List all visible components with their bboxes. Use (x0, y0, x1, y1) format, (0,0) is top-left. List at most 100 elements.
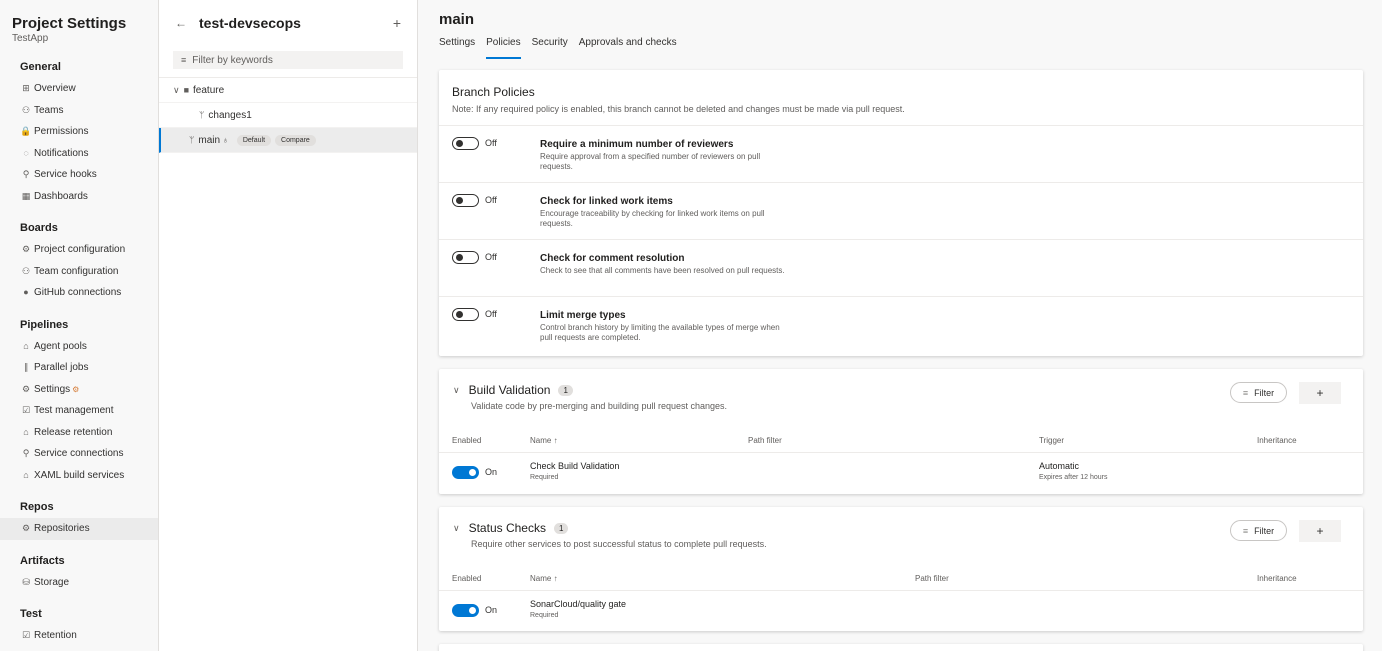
column-headers: Enabled Name ↑ Path filter Inheritance (439, 567, 1363, 590)
policy-badge-icon: ♁ (222, 135, 229, 145)
policy-toggle[interactable] (452, 194, 479, 207)
branch-policies-card: Branch Policies Note: If any required po… (439, 70, 1363, 356)
build-validation-title[interactable]: Build Validation (469, 383, 551, 397)
col-name[interactable]: Name ↑ (530, 436, 558, 445)
col-enabled: Enabled (452, 436, 482, 445)
status-checks-desc: Require other services to post successfu… (471, 539, 767, 549)
toggle-state: Off (485, 138, 497, 148)
build-validation-desc: Validate code by pre-merging and buildin… (471, 401, 727, 411)
enabled-toggle[interactable] (452, 466, 479, 479)
sidebar-item-icon: ⚇ (21, 265, 31, 276)
chevron-down-icon[interactable]: ∨ (453, 385, 460, 396)
tab-security[interactable]: Security (532, 37, 568, 59)
branch-label: changes1 (208, 109, 252, 121)
add-status-check-button[interactable]: + (1299, 520, 1341, 542)
tree-branch-main[interactable]: ᛘ main ♁ Default Compare (159, 128, 417, 153)
sidebar-item-xaml-build-services[interactable]: ⌂ XAML build services (0, 465, 158, 487)
table-row[interactable]: On Check Build Validation Required Autom… (439, 452, 1363, 491)
tree-branch-changes1[interactable]: ᛘ changes1 (159, 103, 417, 128)
policy-description: Check to see that all comments have been… (540, 266, 785, 275)
branch-tree-panel: ← test-devsecops + ≡ Filter by keywords … (159, 0, 418, 651)
tab-approvals-and-checks[interactable]: Approvals and checks (579, 37, 677, 59)
sidebar-item-icon: ▦ (21, 190, 31, 201)
sidebar-title: Project Settings (12, 15, 127, 32)
chevron-down-icon[interactable]: ∨ (453, 523, 460, 534)
trigger-expiry: Expires after 12 hours (1039, 474, 1108, 481)
table-row[interactable]: On SonarCloud/quality gate Required (439, 590, 1363, 629)
policy-row: Off Check for linked work items Encourage … (439, 182, 1363, 239)
sidebar-item-github-connections[interactable]: ● GitHub connections (0, 282, 158, 304)
col-path-filter: Path filter (748, 436, 782, 445)
sidebar-section-header: Pipelines (20, 318, 69, 331)
toggle-state: Off (485, 195, 497, 205)
sidebar-section-header: Test (20, 608, 42, 620)
sidebar-item-project-configuration[interactable]: ⚙ Project configuration (0, 239, 158, 261)
sidebar-item-service-hooks[interactable]: ⚲ Service hooks (0, 164, 158, 186)
sidebar-section-header: General (20, 61, 61, 73)
sidebar-item-storage[interactable]: ⛁ Storage (0, 572, 158, 594)
col-name[interactable]: Name ↑ (530, 574, 558, 583)
filter-button[interactable]: ≡ Filter (1230, 382, 1287, 403)
compare-badge[interactable]: Compare (275, 134, 316, 146)
tab-settings[interactable]: Settings (439, 37, 475, 59)
next-section-card (439, 644, 1363, 651)
sidebar-item-service-connections[interactable]: ⚲ Service connections (0, 443, 158, 465)
filter-button[interactable]: ≡ Filter (1230, 520, 1287, 541)
preview-gear-icon: ⚙ (72, 384, 80, 394)
sidebar-item-icon: ☑ (21, 630, 31, 640)
status-check-required: Required (530, 612, 559, 619)
sidebar-item-settings[interactable]: ⚙ Settings ⚙ (0, 379, 158, 401)
sidebar-item-label: Project configuration (34, 244, 126, 255)
project-name[interactable]: TestApp (0, 32, 158, 44)
sidebar-item-release-retention[interactable]: ⌂ Release retention (0, 422, 158, 444)
trigger-value: Automatic (1039, 461, 1080, 471)
status-check-name[interactable]: SonarCloud/quality gate (530, 599, 626, 609)
count-badge: 1 (553, 522, 569, 534)
policy-title: Check for linked work items (540, 196, 673, 207)
add-build-policy-button[interactable]: + (1299, 382, 1341, 404)
sidebar-item-label: Teams (34, 104, 64, 116)
sidebar-item-icon: ⚙ (21, 244, 31, 254)
sidebar-item-team-configuration[interactable]: ⚇ Team configuration (0, 261, 158, 283)
sidebar-item-agent-pools[interactable]: ⌂ Agent pools (0, 336, 158, 358)
back-arrow-icon[interactable]: ← (175, 16, 199, 30)
add-branch-icon[interactable]: + (393, 15, 401, 31)
status-checks-title[interactable]: Status Checks (469, 521, 546, 535)
policy-toggle[interactable] (452, 137, 479, 150)
branch-filter-input[interactable]: ≡ Filter by keywords (173, 51, 403, 69)
tab-policies[interactable]: Policies (486, 37, 521, 59)
sidebar-item-retention[interactable]: ☑ Retention (0, 625, 158, 647)
sidebar-item-teams[interactable]: ⚇ Teams (0, 100, 158, 122)
sidebar-item-notifications[interactable]: ◌ Notifications (0, 143, 158, 165)
sidebar-sections: General ⊞ Overview ⚇ Teams 🔒 Permissions ◌ Notif… (0, 56, 158, 647)
sidebar-item-test-management[interactable]: ☑ Test management (0, 400, 158, 422)
policy-row: Off Check for comment resolution Check to … (439, 239, 1363, 296)
project-settings-sidebar: Project Settings TestApp General ⊞ Overvie… (0, 0, 159, 651)
sidebar-item-parallel-jobs[interactable]: ∥ Parallel jobs (0, 357, 158, 379)
tree-folder-feature[interactable]: ∨ ■ feature (159, 78, 417, 103)
toggle-state: Off (485, 309, 497, 319)
branch-icon: ᛘ (189, 135, 195, 145)
enabled-toggle[interactable] (452, 604, 479, 617)
sidebar-item-label: Service connections (34, 448, 124, 459)
filter-icon: ≡ (1242, 525, 1249, 536)
policy-toggle[interactable] (452, 308, 479, 321)
chevron-down-icon[interactable]: ∨ (173, 85, 180, 96)
sidebar-item-dashboards[interactable]: ▦ Dashboards (0, 186, 158, 208)
policy-title: Limit merge types (540, 310, 626, 321)
policy-name[interactable]: Check Build Validation (530, 461, 619, 471)
page-title: main (439, 11, 475, 28)
status-checks-card: ∨ Status Checks 1 Require other services… (439, 507, 1363, 631)
policy-description: Control branch history by limiting the a… (540, 323, 780, 342)
sidebar-item-permissions[interactable]: 🔒 Permissions (0, 121, 158, 143)
policy-toggle[interactable] (452, 251, 479, 264)
branch-policies-note: Note: If any required policy is enabled,… (452, 104, 905, 114)
sidebar-item-repositories[interactable]: ⚙ Repositories (0, 518, 158, 540)
sidebar-item-label: Service hooks (34, 169, 97, 180)
filter-placeholder: Filter by keywords (192, 54, 273, 66)
col-enabled: Enabled (452, 574, 482, 583)
sidebar-item-overview[interactable]: ⊞ Overview (0, 78, 158, 100)
sidebar-item-label: Repositories (34, 523, 90, 534)
sidebar-item-label: Notifications (34, 147, 89, 159)
sidebar-section-header: Boards (20, 222, 58, 234)
